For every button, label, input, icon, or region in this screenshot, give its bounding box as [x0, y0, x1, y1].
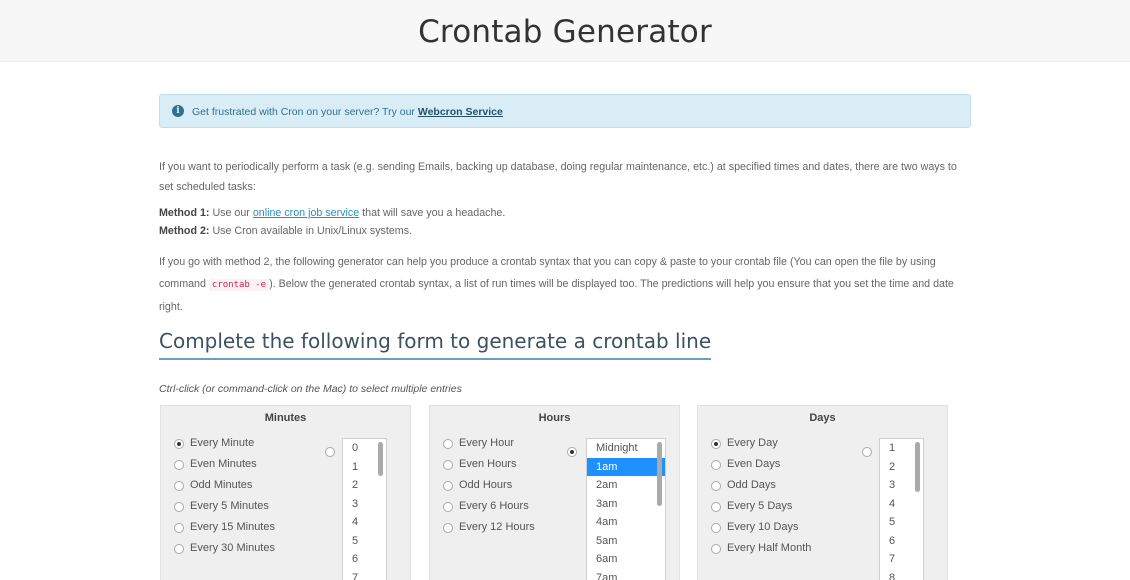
list-option[interactable]: 2am [587, 476, 665, 495]
crontab-command-code: crontab -e [208, 279, 270, 291]
radio-button[interactable] [174, 439, 184, 449]
list-option[interactable]: 6 [880, 532, 923, 551]
list-option[interactable]: 6 [343, 550, 386, 569]
info-icon: i [172, 105, 184, 117]
list-option[interactable]: 7 [343, 569, 386, 580]
scrollbar-thumb[interactable] [378, 442, 383, 476]
radio-button[interactable] [711, 502, 721, 512]
list-option[interactable]: Midnight [587, 439, 665, 458]
radio-button[interactable] [174, 502, 184, 512]
hours-select-list[interactable]: Midnight 1am 2am 3am 4am 5am 6am 7am [586, 438, 666, 580]
hours-custom-radio[interactable] [567, 447, 577, 457]
radio-button[interactable] [711, 439, 721, 449]
online-cron-job-service-link[interactable]: online cron job service [253, 207, 359, 219]
list-option[interactable]: 5am [587, 532, 665, 551]
page-title: Crontab Generator [418, 14, 712, 50]
method-2-line: Method 2: Use Cron available in Unix/Lin… [159, 221, 971, 241]
days-custom-radio[interactable] [862, 447, 872, 457]
days-panel: Days Every Day Even Days Odd Days Every … [697, 405, 948, 580]
generator-text-post: ). Below the generated crontab syntax, a… [159, 278, 954, 313]
generator-paragraph: If you go with method 2, the following g… [159, 251, 971, 318]
minutes-select-list[interactable]: 0 1 2 3 4 5 6 7 [342, 438, 387, 580]
hours-panel: Hours Every Hour Even Hours Odd Hours Ev… [429, 405, 680, 580]
list-option[interactable]: 8 [880, 569, 923, 580]
scrollbar-thumb[interactable] [915, 442, 920, 492]
multi-select-hint: Ctrl-click (or command-click on the Mac)… [159, 383, 462, 395]
list-option[interactable]: 7am [587, 569, 665, 580]
radio-button[interactable] [443, 481, 453, 491]
method-2-text: Use Cron available in Unix/Linux systems… [209, 225, 413, 237]
list-option[interactable]: 3am [587, 495, 665, 514]
method-1-label: Method 1: [159, 207, 210, 219]
form-heading: Complete the following form to generate … [159, 329, 712, 360]
list-option[interactable]: 7 [880, 550, 923, 569]
scrollbar-thumb[interactable] [657, 442, 662, 506]
list-option[interactable]: 5 [880, 513, 923, 532]
radio-button[interactable] [711, 460, 721, 470]
radio-button[interactable] [443, 502, 453, 512]
list-option[interactable]: 3 [343, 495, 386, 514]
page-header: Crontab Generator [0, 0, 1130, 62]
radio-button[interactable] [443, 523, 453, 533]
radio-button[interactable] [443, 439, 453, 449]
days-panel-title: Days [809, 412, 836, 424]
intro-paragraph: If you want to periodically perform a ta… [159, 161, 957, 193]
alert-message: Get frustrated with Cron on your server?… [192, 106, 503, 118]
list-option[interactable]: 4am [587, 513, 665, 532]
radio-button[interactable] [174, 523, 184, 533]
list-option[interactable]: 6am [587, 550, 665, 569]
hours-panel-title: Hours [538, 412, 571, 424]
alert-text: Get frustrated with Cron on your server?… [192, 106, 415, 118]
radio-button[interactable] [174, 544, 184, 554]
list-option[interactable]: 5 [343, 532, 386, 551]
minutes-custom-radio[interactable] [325, 447, 335, 457]
webcron-service-link[interactable]: Webcron Service [418, 106, 503, 118]
method-1-line: Method 1: Use our online cron job servic… [159, 203, 971, 223]
radio-button[interactable] [711, 544, 721, 554]
minutes-panel: Minutes Every Minute Even Minutes Odd Mi… [160, 405, 411, 580]
method-1-post: that will save you a headache. [359, 207, 506, 219]
radio-button[interactable] [711, 481, 721, 491]
radio-button[interactable] [443, 460, 453, 470]
list-option-selected[interactable]: 1am [587, 457, 665, 476]
radio-button[interactable] [174, 481, 184, 491]
days-select-list[interactable]: 1 2 3 4 5 6 7 8 [879, 438, 924, 580]
radio-button[interactable] [174, 460, 184, 470]
list-option[interactable]: 4 [343, 513, 386, 532]
info-alert: i Get frustrated with Cron on your serve… [159, 94, 971, 128]
list-option[interactable]: 2 [343, 476, 386, 495]
method-2-label: Method 2: [159, 225, 210, 237]
minutes-panel-title: Minutes [264, 412, 307, 424]
list-option[interactable]: 4 [880, 495, 923, 514]
radio-button[interactable] [711, 523, 721, 533]
method-1-pre: Use our [209, 207, 253, 219]
